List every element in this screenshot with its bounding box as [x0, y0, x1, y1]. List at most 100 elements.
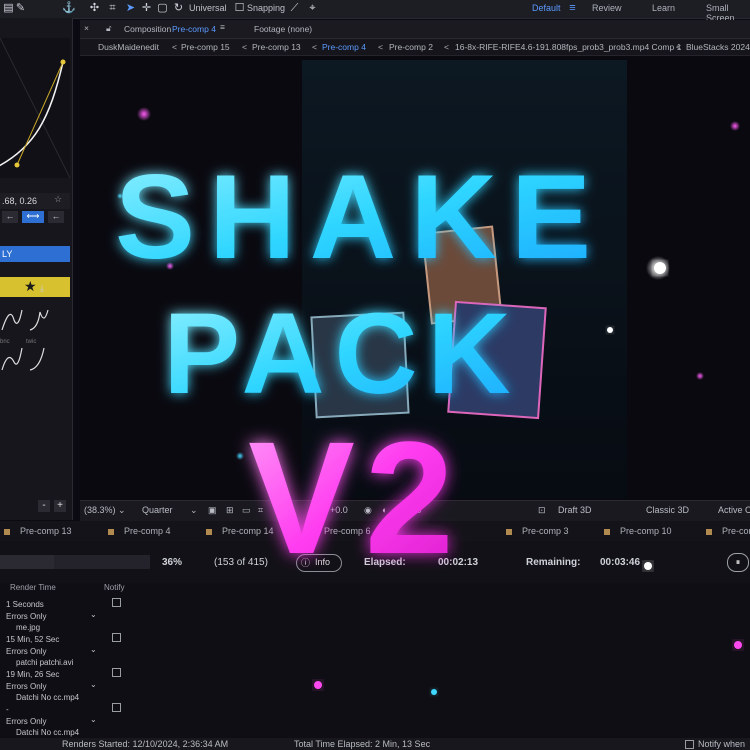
comp-tab-bluestacks[interactable]: BlueStacks 2024.1	[686, 42, 750, 52]
timeline-tab-label: Pre-com	[722, 526, 750, 536]
log-mode-select[interactable]: Errors Only	[6, 647, 46, 656]
pause-button[interactable]: ⏸	[727, 553, 749, 572]
notify-checkbox[interactable]	[112, 598, 121, 607]
render-queue-list: Render Time Notify 1 Seconds Errors Only…	[0, 583, 750, 738]
total-time-elapsed: Total Time Elapsed: 2 Min, 13 Sec	[294, 739, 431, 749]
timeline-tab[interactable]: Pre-comp 14	[206, 526, 274, 536]
snap-target-icon[interactable]: ⌖	[306, 2, 319, 15]
rotate-tool-icon[interactable]: ↻	[172, 2, 185, 15]
add-preset-icon[interactable]: +	[54, 500, 66, 512]
info-icon: ⓘ	[301, 558, 311, 568]
resolution-dropdown-icon[interactable]: ⌄	[190, 505, 198, 516]
lock-icon[interactable]: 🔓︎	[106, 23, 112, 34]
renderer-select[interactable]: Classic 3D	[646, 505, 689, 515]
timeline-tab-label: Pre-comp 14	[222, 526, 274, 536]
notify-when-label[interactable]: Notify when	[698, 739, 745, 749]
workspace-menu-icon[interactable]: ≡	[566, 2, 579, 15]
info-button[interactable]: ⓘ Info	[296, 554, 342, 572]
notify-when-checkbox[interactable]	[685, 740, 694, 749]
comp-tab-duskmaidenedit[interactable]: DuskMaidenedit	[98, 42, 159, 52]
download-icon[interactable]: ⤓	[40, 283, 44, 294]
notify-checkbox[interactable]	[112, 703, 121, 712]
panel-menu-icon[interactable]: ≡	[220, 22, 225, 32]
composition-name[interactable]: Pre-comp 4	[172, 24, 216, 34]
timeline-tab-label: Pre-comp 6	[324, 526, 371, 536]
comp-tab-pre-comp-15[interactable]: Pre-comp 15	[181, 42, 230, 52]
log-dropdown-icon[interactable]: ⌄	[90, 680, 97, 689]
log-dropdown-icon[interactable]: ⌄	[90, 645, 97, 654]
draft-3d-icon[interactable]: ⊡	[538, 505, 546, 516]
output-file-name[interactable]: Datchi No cc.mp4	[16, 693, 79, 702]
workspace-review[interactable]: Review	[592, 3, 622, 13]
preset-tools-row: ⤓	[0, 280, 70, 294]
rect-tool-icon[interactable]: ▢	[156, 2, 169, 15]
comp-tab-pre-comp-13[interactable]: Pre-comp 13	[252, 42, 301, 52]
notify-checkbox[interactable]	[112, 633, 121, 642]
exposure-value[interactable]: +0.0	[330, 505, 348, 515]
favorite-star-icon[interactable]: ☆	[54, 194, 62, 205]
remove-preset-icon[interactable]: -	[38, 500, 50, 512]
timeline-tab[interactable]: Pre-comp 4	[108, 526, 171, 536]
ease-both-icon[interactable]: ⟷	[22, 211, 44, 223]
output-file-name[interactable]: Datchi No cc.mp4	[16, 728, 79, 737]
label-color-icon	[4, 528, 10, 535]
workspace-learn[interactable]: Learn	[652, 3, 675, 13]
selection-tool-icon[interactable]: ➤	[124, 2, 137, 15]
resolution-select[interactable]: Quarter	[142, 505, 173, 515]
ease-values[interactable]: .68, 0.26	[2, 196, 37, 206]
snapping-checkbox[interactable]: ☐	[233, 2, 246, 15]
ease-handle-bottom[interactable]	[14, 162, 20, 168]
notify-checkbox[interactable]	[112, 668, 121, 677]
ease-curve-graph[interactable]	[0, 38, 70, 178]
anchor-tool-icon[interactable]: ⚓	[62, 2, 76, 15]
zoom-level[interactable]: (38.3%)	[84, 505, 116, 515]
timeline-tab[interactable]: Pre-comp 13	[4, 526, 72, 536]
render-progress-row: 36% (153 of 415) ⓘ Info Elapsed: 00:02:1…	[0, 541, 750, 583]
render-time-value: 19 Min, 26 Sec	[6, 670, 60, 679]
move-tool-icon[interactable]: ✛	[140, 2, 153, 15]
output-file-name[interactable]: patchi patchi.avi	[16, 658, 73, 667]
timecode[interactable]: 0;00	[404, 505, 422, 515]
log-dropdown-icon[interactable]: ⌄	[90, 715, 97, 724]
panel-footer: - +	[0, 498, 70, 514]
grid-tool-icon[interactable]: ⌗	[106, 2, 119, 15]
camera-select[interactable]: Active Ca	[718, 505, 750, 515]
region-icon[interactable]: ▣	[208, 505, 217, 516]
guides-icon[interactable]: ⌗	[258, 505, 263, 516]
ease-handle-top[interactable]	[60, 59, 66, 65]
snapping-label[interactable]: Snapping	[247, 3, 285, 13]
log-mode-select[interactable]: Errors Only	[6, 717, 46, 726]
timeline-tab[interactable]: Pre-comp 6	[308, 526, 371, 536]
footage-label[interactable]: Footage (none)	[254, 24, 312, 34]
comp-tab-rife[interactable]: 16-8x-RIFE-RIFE4.6-191.808fps_prob3_prob…	[455, 42, 681, 52]
pin-icon[interactable]: ✎	[14, 2, 27, 15]
snapshot-icon[interactable]: ◉	[364, 505, 372, 516]
show-snapshot-icon[interactable]: ◐	[382, 505, 387, 515]
composition-label: Composition	[124, 24, 172, 34]
log-mode-select[interactable]: Errors Only	[6, 612, 46, 621]
timeline-tab[interactable]: Pre-comp 10	[604, 526, 672, 536]
ease-in-icon[interactable]: ←	[2, 211, 18, 223]
log-dropdown-icon[interactable]: ⌄	[90, 610, 97, 619]
composition-panel-header: × 🔓︎ Composition Pre-comp 4 ≡ Footage (n…	[80, 20, 750, 39]
close-icon[interactable]: ×	[84, 23, 89, 33]
orbit-tool-icon[interactable]: ✣	[88, 2, 101, 15]
preset-thumbnails[interactable]: bnc twic	[0, 300, 70, 380]
comp-tab-pre-comp-4[interactable]: Pre-comp 4	[322, 42, 366, 52]
ease-out-icon[interactable]: ←	[48, 211, 64, 223]
draft-3d-toggle[interactable]: Draft 3D	[558, 505, 592, 515]
log-mode-select[interactable]: Errors Only	[6, 682, 46, 691]
apply-button[interactable]: LY	[0, 246, 70, 262]
comp-tab-pre-comp-2[interactable]: Pre-comp 2	[389, 42, 433, 52]
universal-label[interactable]: Universal	[189, 3, 227, 13]
composition-frame[interactable]	[302, 60, 627, 498]
composition-viewer[interactable]	[80, 56, 750, 500]
workspace-default[interactable]: Default	[532, 3, 561, 13]
timeline-tab[interactable]: Pre-com	[706, 526, 750, 536]
transparency-grid-icon[interactable]: ⊞	[226, 505, 234, 516]
timeline-tab[interactable]: Pre-comp 3	[506, 526, 569, 536]
mask-icon[interactable]: ▭	[242, 505, 251, 516]
output-file-name[interactable]: me.jpg	[16, 623, 40, 632]
zoom-dropdown-icon[interactable]: ⌄	[118, 505, 126, 516]
snap-edge-icon[interactable]: ⟋	[288, 2, 301, 15]
